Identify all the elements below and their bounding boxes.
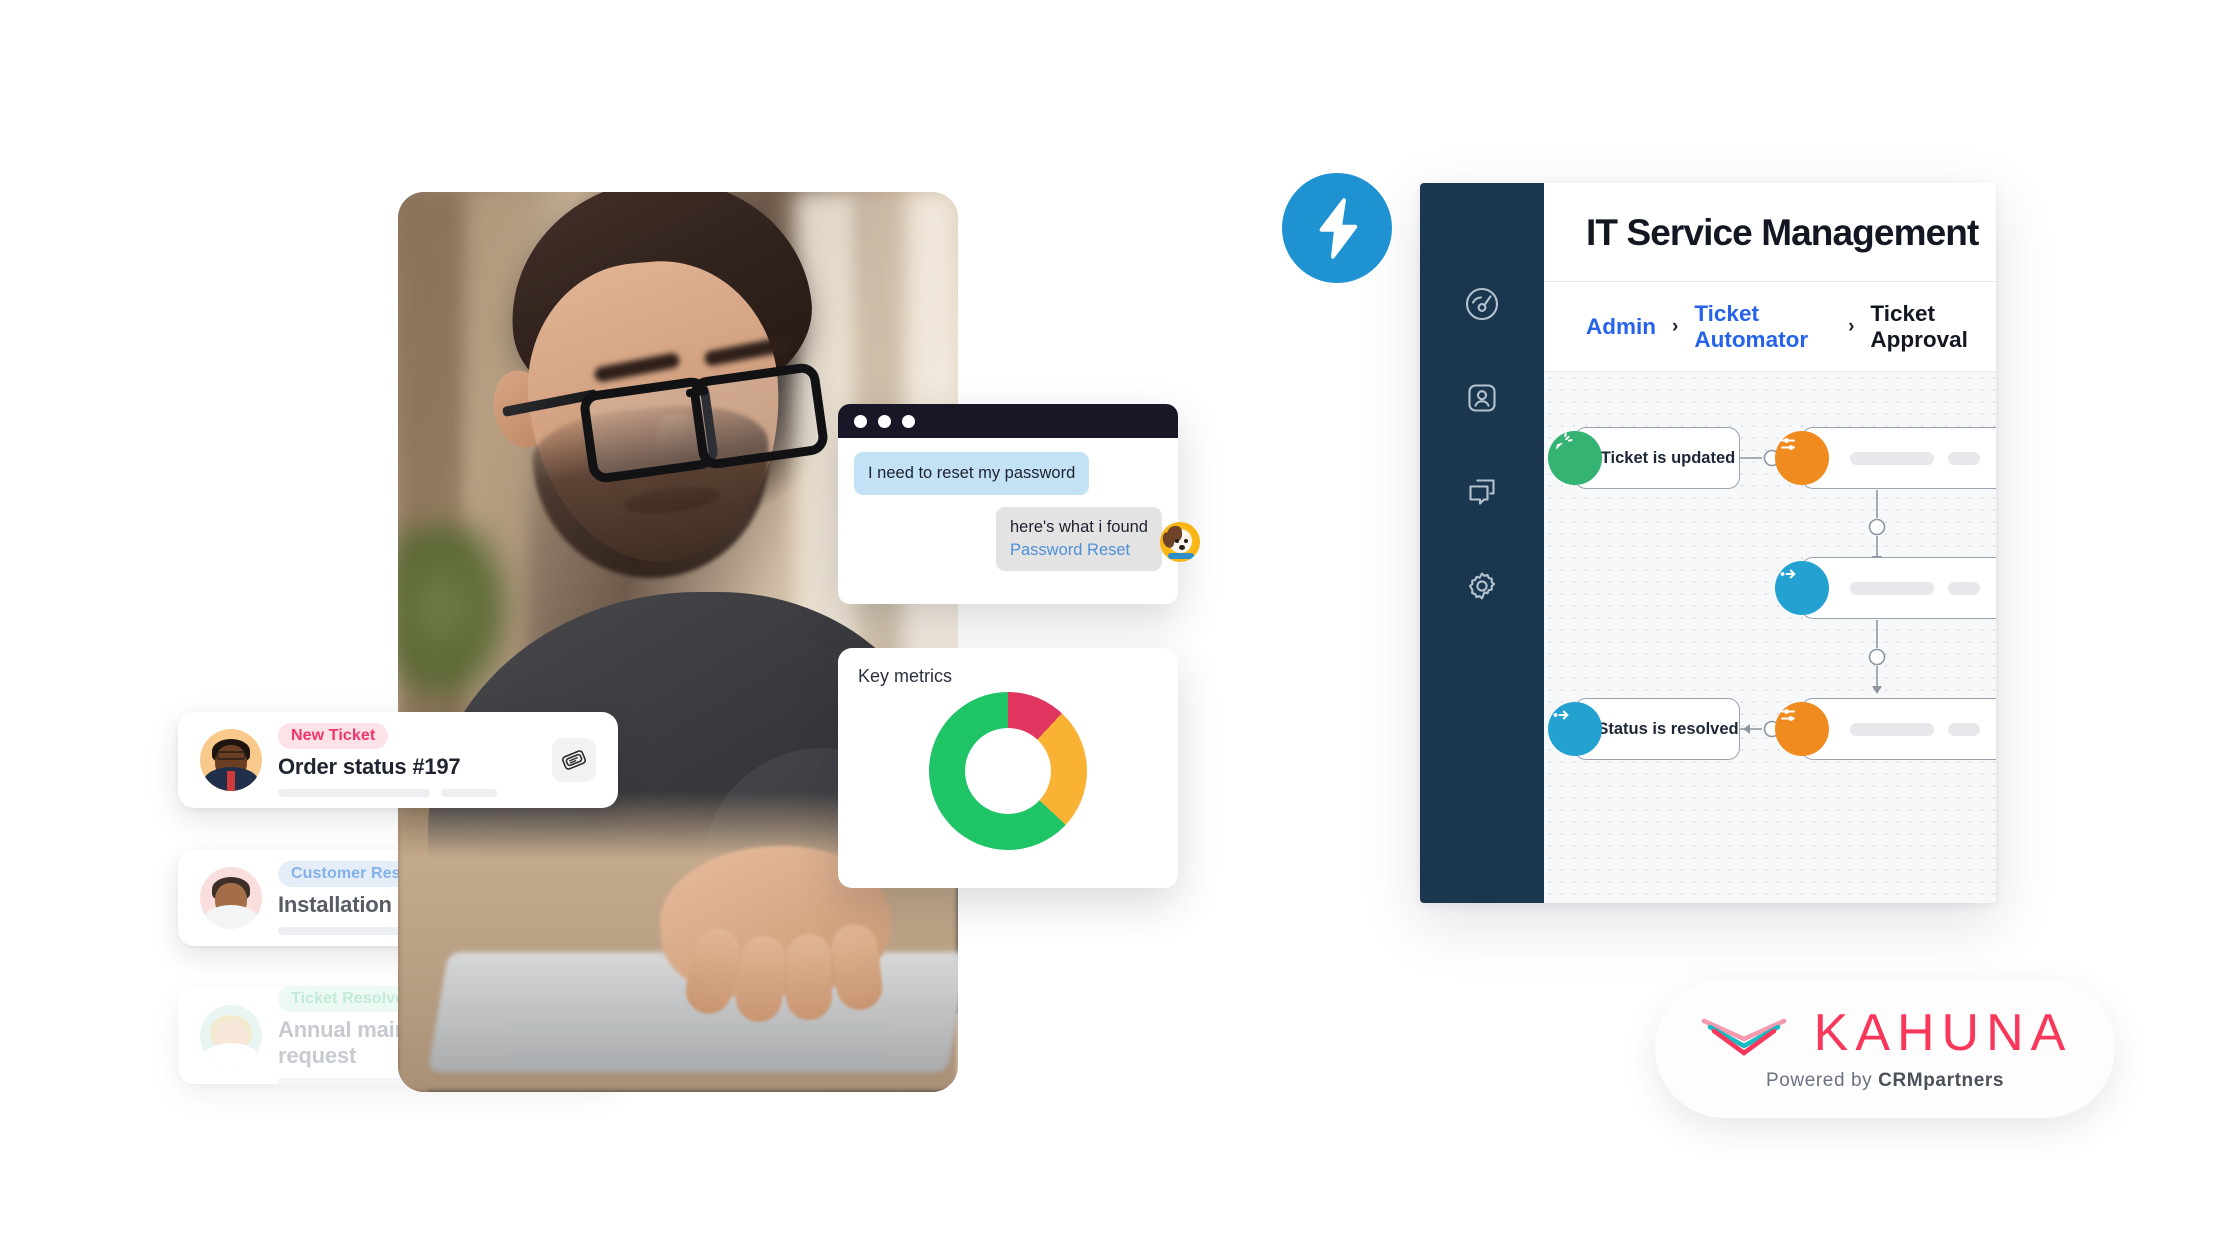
chevron-wave-icon (1701, 1018, 1786, 1056)
ticket-tag-icon[interactable] (552, 738, 596, 782)
lightning-bolt-icon (1319, 198, 1358, 259)
list-item[interactable]: New Ticket Order status #197 (178, 712, 618, 808)
workflow-node-trigger[interactable]: Ticket is updated (1548, 427, 1740, 489)
chevron-right-icon: › (1672, 315, 1679, 337)
node-placeholder-bar (1948, 581, 1980, 595)
chat-bot-link[interactable]: Password Reset (1010, 540, 1148, 561)
photo-content (398, 192, 958, 1092)
workflow-node-action-3[interactable] (1775, 698, 1996, 760)
breadcrumb-item-admin[interactable]: Admin (1586, 314, 1656, 340)
composite-hero-graphic: Ticket Resolved Annual maintenance reque… (0, 0, 2240, 1260)
arrow-right-dot-icon (1548, 702, 1602, 756)
chevron-right-icon: › (1848, 315, 1855, 337)
gear-settings-icon (1468, 572, 1496, 600)
breadcrumb-item-ticket-automator[interactable]: Ticket Automator (1694, 301, 1832, 353)
window-dot-2[interactable] (878, 414, 891, 428)
window-dot-1[interactable] (854, 414, 867, 428)
page-title-bar: IT Service Management (1544, 183, 1996, 282)
status-badge: New Ticket (278, 723, 389, 749)
breadcrumb-item-current: Ticket Approval (1870, 300, 1968, 352)
node-label: Status is resolved (1597, 719, 1739, 738)
sidebar-item-conversations[interactable] (1451, 461, 1513, 523)
chat-message-user: I need to reset my password (854, 452, 1090, 496)
node-placeholder-bar (1850, 722, 1934, 736)
sliders-icon (1775, 431, 1829, 485)
brand-tagline-bold: CRMpartners (1878, 1069, 2005, 1091)
brand-name: KAHUNA (1813, 1003, 2073, 1062)
avatar (200, 729, 262, 791)
chat-window: I need to reset my password here's what … (838, 404, 1200, 604)
dog-avatar-icon (1160, 522, 1200, 562)
sliders-icon (1775, 702, 1829, 756)
workflow-node-outcome[interactable]: Status is resolved (1548, 698, 1740, 760)
node-placeholder-bar (1850, 451, 1934, 465)
node-placeholder-bar (1948, 722, 1980, 736)
page-title: IT Service Management (1586, 211, 1979, 253)
workflow-node-action-1[interactable] (1775, 427, 1996, 489)
donut-chart-wrap (838, 692, 1178, 850)
placeholder-lines (278, 789, 552, 797)
brand-tagline-prefix: Powered by (1765, 1069, 1879, 1091)
workflow-canvas[interactable]: Ticket is updated Status is resolved (1544, 372, 1996, 903)
node-placeholder-bar (1948, 451, 1980, 465)
brand-logo: KAHUNA Powered by CRMpartners (1655, 978, 2115, 1118)
avatar (200, 1005, 262, 1067)
app-window: IT Service Management Admin › Ticket Aut… (1420, 183, 1996, 903)
hero-photo (398, 192, 958, 1092)
breadcrumb: Admin › Ticket Automator › Ticket Approv… (1544, 282, 1996, 372)
sidebar (1420, 183, 1544, 903)
workflow-node-action-2[interactable] (1775, 557, 1996, 619)
gauge-dashboard-icon (1465, 287, 1499, 321)
app-logo (1282, 173, 1392, 283)
key-metrics-card: Key metrics (838, 648, 1178, 888)
user-card-icon (1468, 384, 1496, 412)
chat-messages: I need to reset my password here's what … (838, 438, 1200, 581)
sidebar-item-contacts[interactable] (1451, 367, 1513, 429)
avatar (200, 867, 262, 929)
brand-tagline: Powered by CRMpartners (1766, 1070, 2004, 1092)
cursor-click-icon (1548, 431, 1602, 485)
node-label: Ticket is updated (1600, 448, 1736, 467)
card-title: Key metrics (858, 666, 953, 686)
app-main: IT Service Management Admin › Ticket Aut… (1544, 183, 1996, 903)
node-placeholder-bar (1850, 581, 1934, 595)
arrow-right-dot-icon (1775, 561, 1829, 615)
chat-message-bot: here's what i found Password Reset (996, 507, 1162, 572)
sidebar-item-settings[interactable] (1451, 555, 1513, 617)
sidebar-item-dashboard[interactable] (1451, 273, 1513, 335)
chat-titlebar (838, 404, 1178, 438)
chat-bubbles-icon (1469, 479, 1495, 505)
window-dot-3[interactable] (902, 414, 915, 428)
chat-bot-text: here's what i found (1010, 518, 1148, 537)
donut-chart (929, 692, 1087, 850)
ticket-title: Order status #197 (278, 754, 461, 779)
